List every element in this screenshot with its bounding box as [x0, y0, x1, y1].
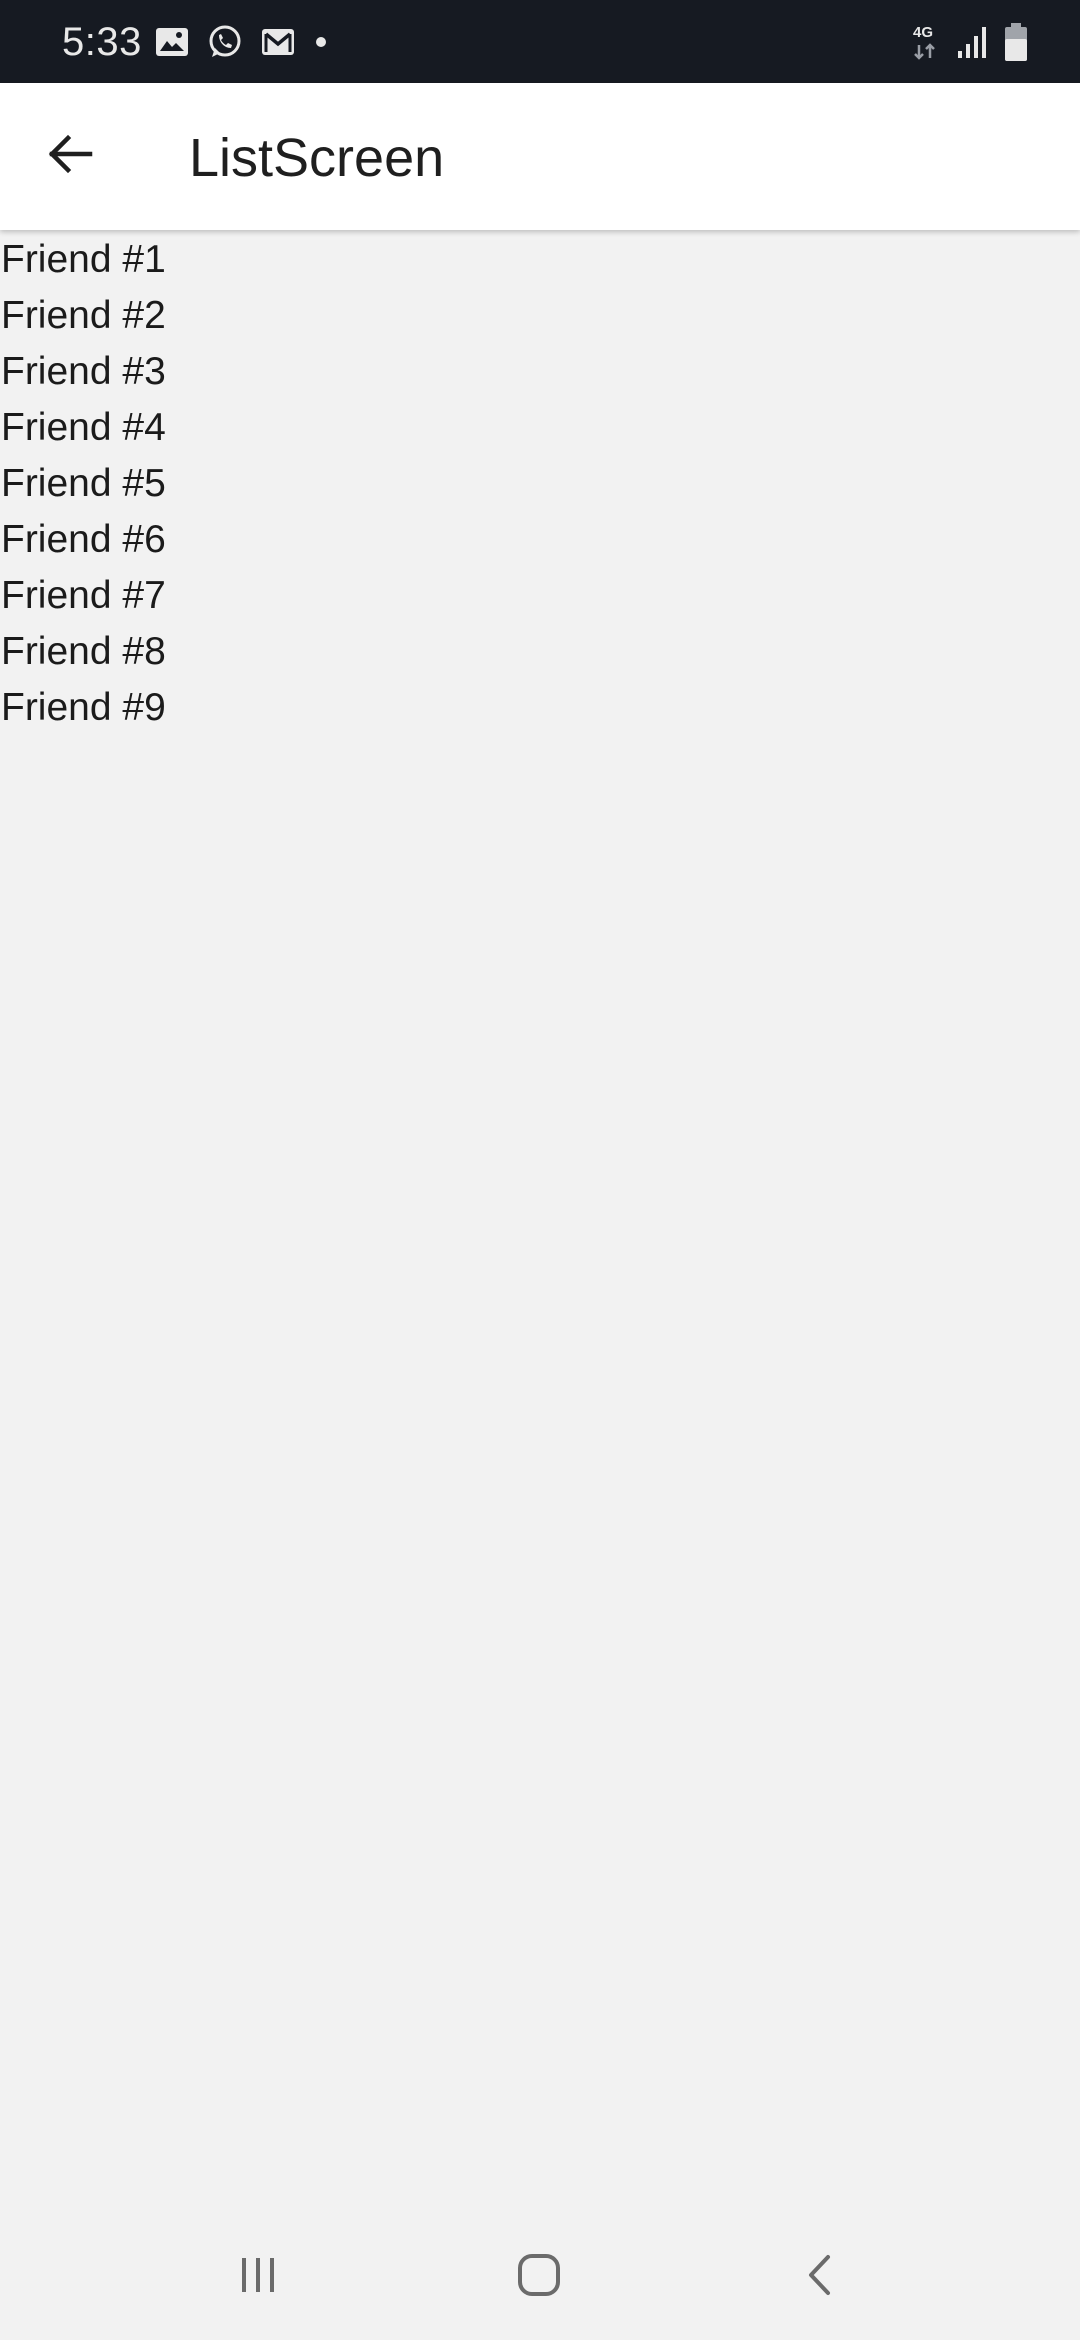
list-item[interactable]: Friend #6 [0, 512, 1080, 568]
app-bar: ListScreen [0, 83, 1080, 230]
list-item[interactable]: Friend #8 [0, 624, 1080, 680]
list-item[interactable]: Friend #5 [0, 456, 1080, 512]
whatsapp-icon [207, 24, 243, 60]
list-item[interactable]: Friend #3 [0, 344, 1080, 400]
list-item[interactable]: Friend #9 [0, 680, 1080, 736]
recents-icon [236, 2253, 280, 2302]
navigation-bar [0, 2214, 1080, 2340]
back-button[interactable] [34, 120, 106, 192]
status-time: 5:33 [62, 20, 142, 64]
home-button[interactable] [494, 2232, 584, 2322]
back-icon [799, 2253, 843, 2302]
page-title: ListScreen [189, 128, 445, 188]
battery-icon [1004, 22, 1028, 62]
network-4g-icon: 4G [912, 22, 942, 62]
signal-icon [956, 25, 990, 59]
gmail-icon [261, 28, 295, 56]
home-icon [515, 2251, 563, 2304]
notification-dot-icon [313, 34, 329, 50]
recents-button[interactable] [213, 2232, 303, 2322]
system-back-button[interactable] [776, 2232, 866, 2322]
network-label: 4G [913, 24, 933, 41]
list-screen: 5:33 4G ListScreen Friend #1 Friend #2 F… [0, 0, 1080, 2340]
arrow-back-icon [46, 130, 94, 183]
gallery-icon [155, 27, 189, 57]
list-item[interactable]: Friend #7 [0, 568, 1080, 624]
system-status-icons: 4G [912, 20, 1028, 64]
list-item[interactable]: Friend #4 [0, 400, 1080, 456]
status-bar: 5:33 4G [0, 0, 1080, 83]
list-item[interactable]: Friend #2 [0, 288, 1080, 344]
list-item[interactable]: Friend #1 [0, 232, 1080, 288]
friend-list: Friend #1 Friend #2 Friend #3 Friend #4 … [0, 232, 1080, 736]
notification-icons [155, 22, 329, 62]
